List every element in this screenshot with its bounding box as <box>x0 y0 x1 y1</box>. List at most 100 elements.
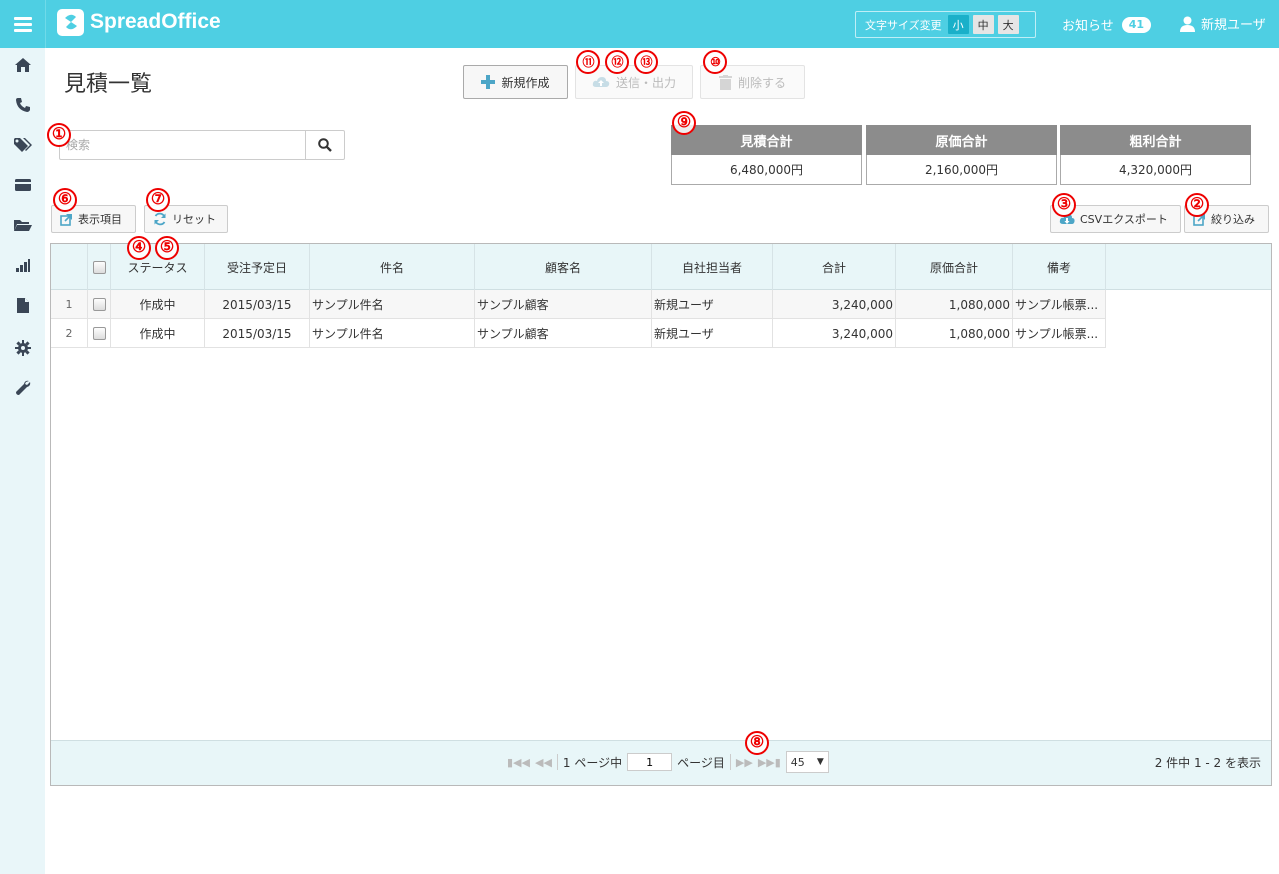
menu-toggle-button[interactable] <box>0 0 46 48</box>
total-estimate-value: 6,480,000円 <box>671 155 862 185</box>
annotation-marker-13: ⑬ <box>634 50 658 74</box>
font-size-small-button[interactable]: 小 <box>947 15 969 34</box>
sidebar-item-home[interactable] <box>0 50 45 80</box>
top-bar: SpreadOffice 文字サイズ変更 小 中 大 お知らせ 41 新規ユーザ <box>0 0 1279 48</box>
app-logo[interactable]: SpreadOffice <box>57 8 221 36</box>
column-header-subject[interactable]: 件名 <box>310 244 475 290</box>
new-estimate-button[interactable]: 新規作成 <box>463 65 568 99</box>
status-cell: 作成中 <box>111 290 205 319</box>
annotation-marker-5: ⑤ <box>155 236 179 260</box>
column-header-note[interactable]: 備考 <box>1013 244 1106 290</box>
logo-text: SpreadOffice <box>90 10 221 33</box>
total-cost-box: 原価合計 2,160,000円 <box>866 125 1057 185</box>
annotation-marker-2: ② <box>1185 193 1209 217</box>
row-checkbox[interactable] <box>92 298 106 311</box>
subject-cell: サンプル件名 <box>310 290 475 319</box>
owner-cell: 新規ユーザ <box>652 319 773 348</box>
record-summary: 2 件中 1 - 2 を表示 <box>1154 756 1261 770</box>
font-size-medium-button[interactable]: 中 <box>972 15 994 34</box>
total-cost-label: 原価合計 <box>866 125 1057 155</box>
cost-cell: 1,080,000 <box>896 290 1013 319</box>
font-size-large-button[interactable]: 大 <box>997 15 1019 34</box>
user-icon <box>1180 16 1195 32</box>
row-checkbox-cell <box>88 319 111 348</box>
font-size-switcher: 文字サイズ変更 小 中 大 <box>855 11 1036 38</box>
column-header-cost[interactable]: 原価合計 <box>896 244 1013 290</box>
plus-icon <box>481 75 496 89</box>
logo-icon <box>57 8 84 36</box>
font-size-label: 文字サイズ変更 <box>865 18 942 32</box>
row-number: 1 <box>51 290 88 319</box>
last-page-icon[interactable]: ▶▶▮ <box>758 756 781 769</box>
table-row[interactable]: 2 作成中 2015/03/15 サンプル件名 サンプル顧客 新規ユーザ 3,2… <box>51 319 1106 348</box>
dropdown-arrow-icon: ▼ <box>816 757 824 767</box>
table-row[interactable]: 1 作成中 2015/03/15 サンプル件名 サンプル顧客 新規ユーザ 3,2… <box>51 290 1106 319</box>
sidebar-item-folder[interactable] <box>0 210 45 240</box>
status-cell: 作成中 <box>111 319 205 348</box>
annotation-marker-12: ⑫ <box>605 50 629 74</box>
cloud-upload-icon <box>592 77 610 87</box>
annotation-marker-8: ⑧ <box>745 731 769 755</box>
total-cost-value: 2,160,000円 <box>866 155 1057 185</box>
sidebar-item-phone[interactable] <box>0 90 45 120</box>
gross-profit-value: 4,320,000円 <box>1060 155 1251 185</box>
select-all-cell <box>88 244 111 290</box>
per-page-select[interactable]: 45 ▼ <box>785 751 829 773</box>
notice-link[interactable]: お知らせ 41 <box>1062 15 1152 34</box>
delete-label: 削除する <box>737 75 786 90</box>
annotation-marker-4: ④ <box>127 236 151 260</box>
notice-label: お知らせ <box>1062 19 1114 34</box>
user-menu[interactable]: 新規ユーザ <box>1180 14 1266 33</box>
sidebar <box>0 48 45 874</box>
phone-icon <box>15 98 30 112</box>
hamburger-line <box>13 28 32 32</box>
column-header-owner[interactable]: 自社担当者 <box>652 244 773 290</box>
note-cell: サンプル帳票... <box>1013 319 1106 348</box>
filter-label: 絞り込み <box>1211 213 1255 226</box>
first-page-icon[interactable]: ▮◀◀ <box>507 756 530 769</box>
customer-cell: サンプル顧客 <box>475 290 652 319</box>
card-icon <box>14 179 31 191</box>
gross-profit-box: 粗利合計 4,320,000円 <box>1060 125 1251 185</box>
page-number-input[interactable] <box>627 753 673 771</box>
search-input[interactable] <box>60 131 305 159</box>
csv-export-label: CSVエクスポート <box>1080 213 1168 226</box>
external-link-icon <box>60 213 72 226</box>
column-header-total[interactable]: 合計 <box>773 244 896 290</box>
sidebar-item-documents[interactable] <box>0 290 45 320</box>
owner-cell: 新規ユーザ <box>652 290 773 319</box>
reset-label: リセット <box>172 213 216 226</box>
total-estimate-box: 見積合計 6,480,000円 <box>671 125 862 185</box>
notice-count-badge: 41 <box>1121 16 1152 33</box>
annotation-marker-7: ⑦ <box>146 188 170 212</box>
sidebar-item-card[interactable] <box>0 170 45 200</box>
grid-footer: ▮◀◀ ◀◀ 1 ページ中 ページ目 ▶▶ ▶▶▮ 45 ▼ 2 件中 1 - … <box>51 740 1271 785</box>
new-estimate-label: 新規作成 <box>501 75 550 90</box>
select-all-checkbox[interactable] <box>92 260 106 274</box>
refresh-icon <box>154 212 166 226</box>
annotation-marker-10: ⑩ <box>703 50 727 74</box>
column-header-customer[interactable]: 顧客名 <box>475 244 652 290</box>
row-checkbox[interactable] <box>92 327 106 340</box>
sidebar-item-reports[interactable] <box>0 250 45 280</box>
row-number: 2 <box>51 319 88 348</box>
page-title: 見積一覧 <box>64 72 153 97</box>
estimate-grid: ステータス 受注予定日 件名 顧客名 自社担当者 合計 原価合計 備考 1 作成… <box>50 243 1272 786</box>
sidebar-item-settings[interactable] <box>0 333 45 363</box>
file-icon <box>16 297 29 313</box>
annotation-marker-3: ③ <box>1052 193 1076 217</box>
row-checkbox-cell <box>88 290 111 319</box>
sidebar-item-tags[interactable] <box>0 130 45 160</box>
column-header-date[interactable]: 受注予定日 <box>205 244 310 290</box>
hamburger-line <box>13 22 32 26</box>
home-icon <box>14 58 31 72</box>
next-page-icon[interactable]: ▶▶ <box>736 756 753 769</box>
search-box <box>59 130 345 160</box>
tags-icon <box>13 138 32 152</box>
sidebar-item-tools[interactable] <box>0 373 45 403</box>
search-button[interactable] <box>305 131 344 159</box>
annotation-marker-6: ⑥ <box>53 188 77 212</box>
wrench-icon <box>15 380 30 395</box>
trash-icon <box>718 74 732 90</box>
prev-page-icon[interactable]: ◀◀ <box>535 756 552 769</box>
